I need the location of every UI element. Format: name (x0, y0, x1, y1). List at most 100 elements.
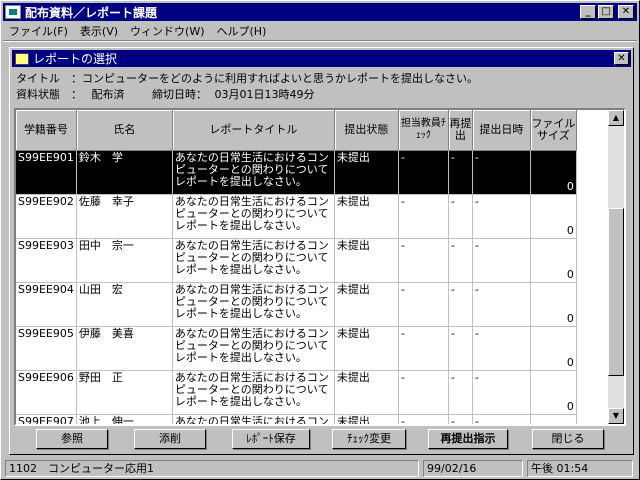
table-row[interactable]: S99EE907池上 伸一あなたの日常生活におけるコンピューターとの関わりについ… (16, 414, 577, 424)
cell-file-size: 0 (530, 414, 577, 424)
cell-teacher-check: - (398, 370, 449, 415)
header-submit-date[interactable]: 提出日時 (472, 110, 531, 151)
report-grid: 学籍番号 氏名 レポートタイトル 提出状態 担当教員ﾁｪｯｸ 再提出 提出日時 … (14, 108, 626, 426)
menu-view[interactable]: 表示(V) (74, 23, 124, 39)
cell-file-size: 0 (530, 150, 577, 195)
resubmit-instruction-button[interactable]: 再提出指示 (428, 429, 508, 449)
cell-teacher-check: - (398, 194, 449, 239)
deadline-label: 締切日時： (152, 88, 207, 101)
cell-resubmit: - (448, 414, 473, 424)
cell-student-id: S99EE901 (16, 150, 77, 195)
cell-resubmit: - (448, 370, 473, 415)
window-titlebar[interactable]: 配布資料／レポート課題 _ □ ✕ (3, 3, 637, 21)
status-course: 1102 コンピューター応用1 (5, 460, 419, 477)
cell-resubmit: - (448, 150, 473, 195)
cell-submit-date: - (472, 370, 531, 415)
header-resubmit[interactable]: 再提出 (448, 110, 473, 151)
table-row[interactable]: S99EE903 田中 宗一 あなたの日常生活におけるコンピューターとの関わりについ… (16, 238, 577, 283)
cell-submit-date: - (472, 150, 531, 195)
cell-name: 田中 宗一 (76, 238, 173, 283)
cell-file-size: 0 (530, 370, 577, 415)
cell-name: 山田 宏 (76, 282, 173, 327)
cell-submit-state: 未提出 (334, 414, 399, 424)
table-header-row: 学籍番号 氏名 レポートタイトル 提出状態 担当教員ﾁｪｯｸ 再提出 提出日時 … (16, 110, 577, 151)
cell-name: 伊藤 美喜 (76, 326, 173, 371)
header-submit-state[interactable]: 提出状態 (334, 110, 399, 151)
cell-teacher-check: - (398, 326, 449, 371)
menu-help[interactable]: ヘルプ(H) (211, 23, 273, 39)
save-report-button[interactable]: ﾚﾎﾟｰﾄ保存 (232, 429, 310, 449)
cell-submit-state: 未提出 (334, 282, 399, 327)
header-report-title[interactable]: レポートタイトル (172, 110, 335, 151)
window-title: 配布資料／レポート課題 (25, 5, 158, 20)
cell-report-title: あなたの日常生活におけるコンピューターとの関わりについてレポートを提出しなさい。 (172, 282, 335, 327)
cell-resubmit: - (448, 282, 473, 327)
report-select-title: レポートの選択 (33, 52, 118, 66)
title-row: タイトル ：コンピューターをどのように利用すればよいと思うかレポートを提出しなさ… (16, 70, 478, 86)
header-teacher-check[interactable]: 担当教員ﾁｪｯｸ (398, 110, 449, 151)
cell-report-title: あなたの日常生活におけるコンピューターとの関わりについてレポートを提出しなさい。 (172, 238, 335, 283)
status-row: 資料状態 ： 配布済 締切日時： 03月01日13時49分 (16, 86, 315, 102)
table-row[interactable]: S99EE906 野田 正あなたの日常生活におけるコンピューターとの関わりについて… (16, 370, 577, 415)
cell-submit-state: 未提出 (334, 150, 399, 195)
cell-submit-state: 未提出 (334, 238, 399, 283)
cell-student-id: S99EE904 (16, 282, 77, 327)
cell-name: 池上 伸一 (76, 414, 173, 424)
title-value: コンピューターをどのように利用すればよいと思うかレポートを提出しなさい。 (82, 72, 478, 85)
header-student-id[interactable]: 学籍番号 (16, 110, 77, 151)
cell-resubmit: - (448, 238, 473, 283)
cell-file-size: 0 (530, 282, 577, 327)
close-dialog-button[interactable]: 閉じる (532, 429, 604, 449)
report-select-titlebar[interactable]: レポートの選択 ✕ (12, 50, 631, 67)
scroll-thumb[interactable] (608, 208, 624, 376)
main-window: 配布資料／レポート課題 _ □ ✕ ファイル(F) 表示(V) ウィンドウ(W)… (0, 0, 640, 480)
cell-submit-state: 未提出 (334, 370, 399, 415)
menu-window[interactable]: ウィンドウ(W) (124, 23, 210, 39)
cell-submit-state: 未提出 (334, 194, 399, 239)
vertical-scrollbar[interactable]: ▲ ▼ (608, 110, 624, 424)
app-icon[interactable] (5, 5, 21, 19)
menubar-divider (3, 40, 637, 42)
table-row[interactable]: S99EE905 伊藤 美喜 あなたの日常生活におけるコンピューターとの関わりについ… (16, 326, 577, 371)
maximize-button[interactable]: □ (598, 5, 614, 19)
cell-resubmit: - (448, 326, 473, 371)
document-icon (15, 52, 29, 65)
deadline-value: 03月01日13時49分 (214, 88, 315, 101)
scroll-up-icon[interactable]: ▲ (608, 110, 624, 126)
title-label: タイトル ： (16, 72, 82, 85)
cell-file-size: 0 (530, 238, 577, 283)
report-select-close-button[interactable]: ✕ (614, 52, 629, 65)
table-row[interactable]: S99EE904 山田 宏あなたの日常生活におけるコンピューターとの関わりについて… (16, 282, 577, 327)
header-name[interactable]: 氏名 (76, 110, 173, 151)
cell-report-title: あなたの日常生活におけるコンピューターとの関わりについてレポートを提出しなさい。 (172, 370, 335, 415)
report-select-window: レポートの選択 ✕ タイトル ：コンピューターをどのように利用すればよいと思うか… (9, 47, 634, 455)
correct-button[interactable]: 添削 (134, 429, 206, 449)
close-button[interactable]: ✕ (618, 5, 634, 19)
cell-submit-state: 未提出 (334, 326, 399, 371)
cell-name: 鈴木 学 (76, 150, 173, 195)
cell-submit-date: - (472, 326, 531, 371)
cell-report-title: あなたの日常生活におけるコンピューターとの関わりについてレポートを提出しなさい。 (172, 326, 335, 371)
cell-name: 佐藤 幸子 (76, 194, 173, 239)
status-date: 99/02/16 (423, 460, 523, 477)
status-value: 配布済 (91, 88, 125, 101)
cell-teacher-check: - (398, 282, 449, 327)
table-row[interactable]: S99EE901 鈴木 学あなたの日常生活におけるコンピューターとの関わりについて… (16, 150, 577, 195)
change-check-button[interactable]: ﾁｪｯｸ変更 (332, 429, 406, 449)
cell-file-size: 0 (530, 326, 577, 371)
reference-button[interactable]: 参照 (36, 429, 108, 449)
cell-teacher-check: - (398, 150, 449, 195)
cell-submit-date: - (472, 238, 531, 283)
cell-student-id: S99EE906 (16, 370, 77, 415)
cell-report-title: あなたの日常生活におけるコンピューターとの関わりについてレポートを提出しなさい。 (172, 414, 335, 424)
cell-student-id: S99EE907 (16, 414, 77, 424)
table-row[interactable]: S99EE902 佐藤 幸子 あなたの日常生活におけるコンピューターとの関わりについ… (16, 194, 577, 239)
cell-resubmit: - (448, 194, 473, 239)
scroll-down-icon[interactable]: ▼ (608, 408, 624, 424)
cell-submit-date: - (472, 414, 531, 424)
header-file-size[interactable]: ファイルサイズ (530, 110, 577, 151)
cell-submit-date: - (472, 194, 531, 239)
minimize-button[interactable]: _ (580, 5, 596, 19)
menu-file[interactable]: ファイル(F) (3, 23, 74, 39)
statusbar: 1102 コンピューター応用1 99/02/16 午後 01:54 (3, 459, 637, 478)
